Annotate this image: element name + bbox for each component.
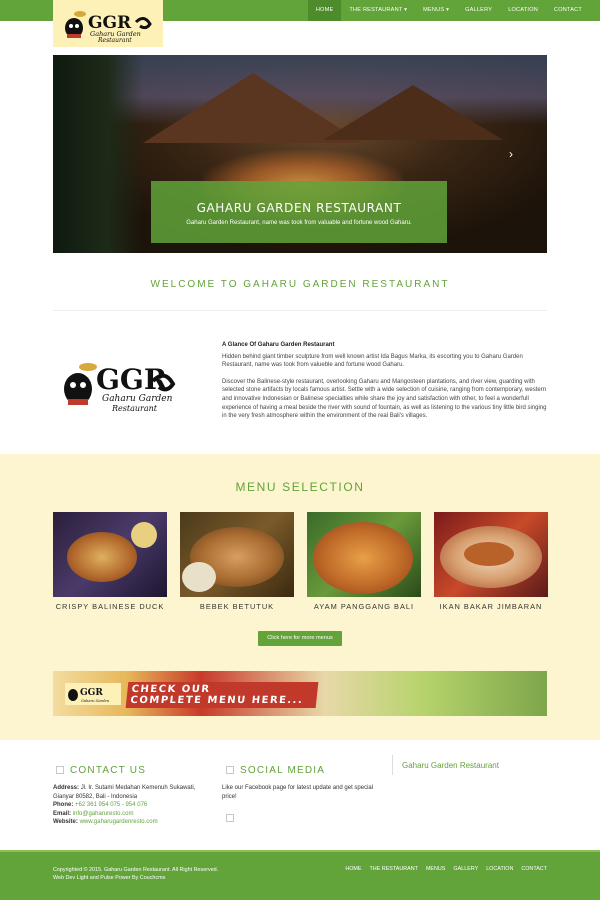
banner-logo-icon: GGR Gaharu Garden xyxy=(68,688,110,703)
footer-nav-menus[interactable]: MENUS xyxy=(426,866,445,872)
social-text: Like our Facebook page for latest update… xyxy=(222,785,374,800)
site-logo[interactable]: GGR Gaharu Garden Restaurant xyxy=(53,0,163,47)
banner-label: CHECK OUR COMPLETE MENU HERE... xyxy=(125,682,319,708)
email-label: Email: xyxy=(53,810,72,817)
more-menus-button[interactable]: Click here for more menus xyxy=(258,631,342,646)
about-section: A Glance Of Gaharu Garden Restaurant Hid… xyxy=(222,341,548,429)
menu-item-label[interactable]: CRISPY BALINESE DUCK xyxy=(53,602,167,611)
hero-caption: GAHARU GARDEN RESTAURANT Gaharu Garden R… xyxy=(151,181,447,243)
svg-text:Gaharu Garden: Gaharu Garden xyxy=(81,699,110,703)
footer-brand-link[interactable]: Gaharu Garden Restaurant xyxy=(402,761,499,770)
logo-mascot-icon: GGR Gaharu Garden Restaurant xyxy=(65,10,152,44)
hero-subtitle: Gaharu Garden Restaurant, name was took … xyxy=(186,220,412,226)
complete-menu-banner[interactable]: GGR Gaharu Garden CHECK OUR COMPLETE MEN… xyxy=(53,671,547,716)
main-nav: HOME THE RESTAURANT ▾ MENUS ▾ GALLERY LO… xyxy=(307,0,590,21)
svg-text:Restaurant: Restaurant xyxy=(111,404,158,413)
about-heading: A Glance Of Gaharu Garden Restaurant xyxy=(222,342,335,348)
footer-divider xyxy=(392,755,393,775)
footer-nav-the-restaurant[interactable]: THE RESTAURANT xyxy=(370,866,418,872)
footer-nav-home[interactable]: HOME xyxy=(345,866,361,872)
menu-image-ayam-panggang[interactable] xyxy=(307,512,421,597)
email-link[interactable]: info@gaharuresto.com xyxy=(73,811,134,817)
nav-menus[interactable]: MENUS ▾ xyxy=(415,0,457,21)
svg-text:GGR: GGR xyxy=(80,688,103,698)
social-icon xyxy=(226,766,234,775)
social-column: SOCIAL MEDIA Like our Facebook page for … xyxy=(222,765,386,827)
about-logo: GGR Gaharu Garden Restaurant xyxy=(58,355,178,415)
svg-text:Gaharu Garden: Gaharu Garden xyxy=(102,394,173,404)
website-link[interactable]: www.gaharugardenresto.com xyxy=(80,819,158,825)
social-title: SOCIAL MEDIA xyxy=(240,765,326,776)
menu-title: MENU SELECTION xyxy=(235,480,365,494)
footer-nav-location[interactable]: LOCATION xyxy=(486,866,513,872)
footer-nav: HOME THE RESTAURANT MENUS GALLERY LOCATI… xyxy=(337,866,547,872)
menu-image-bebek-betutuk[interactable] xyxy=(180,512,294,597)
menu-item-label[interactable]: IKAN BAKAR JIMBARAN xyxy=(434,602,548,611)
divider xyxy=(53,310,547,311)
website-label: Website: xyxy=(53,819,78,826)
ggr-logo-icon: GGR Gaharu Garden Restaurant xyxy=(64,363,176,413)
hero-tree xyxy=(53,55,143,253)
nav-location[interactable]: LOCATION xyxy=(500,0,546,21)
nav-the-restaurant[interactable]: THE RESTAURANT ▾ xyxy=(341,0,415,21)
address-label: Address: xyxy=(53,785,80,791)
facebook-icon[interactable] xyxy=(226,813,234,822)
banner-line-2: COMPLETE MENU HERE... xyxy=(129,695,304,706)
phone-label: Phone: xyxy=(53,802,74,809)
menu-item-label[interactable]: AYAM PANGGANG BALI xyxy=(307,602,421,611)
nav-home[interactable]: HOME xyxy=(307,0,342,21)
about-paragraph-1: Hidden behind giant timber sculpture fro… xyxy=(222,353,523,369)
nav-contact[interactable]: CONTACT xyxy=(546,0,590,21)
contact-title: CONTACT US xyxy=(70,765,147,776)
footer-nav-gallery[interactable]: GALLERY xyxy=(453,866,478,872)
copyright-line-1: Copyrighted © 2015. Gaharu Garden Restau… xyxy=(53,867,219,873)
banner-line-1: CHECK OUR xyxy=(131,684,212,695)
hero-roof-secondary xyxy=(323,85,503,140)
copyright-line-2: Web Dev Light and Pulse Power By Couchcm… xyxy=(53,875,166,881)
about-paragraph-2: Discover the Balinese-style restaurant, … xyxy=(222,378,547,420)
welcome-title: WELCOME TO GAHARU GARDEN RESTAURANT xyxy=(150,279,450,290)
slider-next-icon[interactable]: › xyxy=(509,147,513,161)
menu-item-label[interactable]: BEBEK BETUTUK xyxy=(180,602,294,611)
phone-link[interactable]: +62 361 954 075 - 954 076 xyxy=(75,802,147,808)
svg-text:Restaurant: Restaurant xyxy=(97,37,132,44)
nav-gallery[interactable]: GALLERY xyxy=(457,0,500,21)
footer-nav-contact[interactable]: CONTACT xyxy=(521,866,547,872)
hero-title: GAHARU GARDEN RESTAURANT xyxy=(196,201,402,215)
contact-column: CONTACT US Address: Jl. Ir. Sutami Medah… xyxy=(53,765,206,827)
copyright: Copyrighted © 2015. Gaharu Garden Restau… xyxy=(53,866,218,882)
menu-image-crispy-duck[interactable] xyxy=(53,512,167,597)
hero-slider[interactable]: › GAHARU GARDEN RESTAURANT Gaharu Garden… xyxy=(53,55,547,253)
menu-image-ikan-bakar[interactable] xyxy=(434,512,548,597)
banner-logo: GGR Gaharu Garden xyxy=(65,683,121,705)
contact-icon xyxy=(56,766,64,775)
